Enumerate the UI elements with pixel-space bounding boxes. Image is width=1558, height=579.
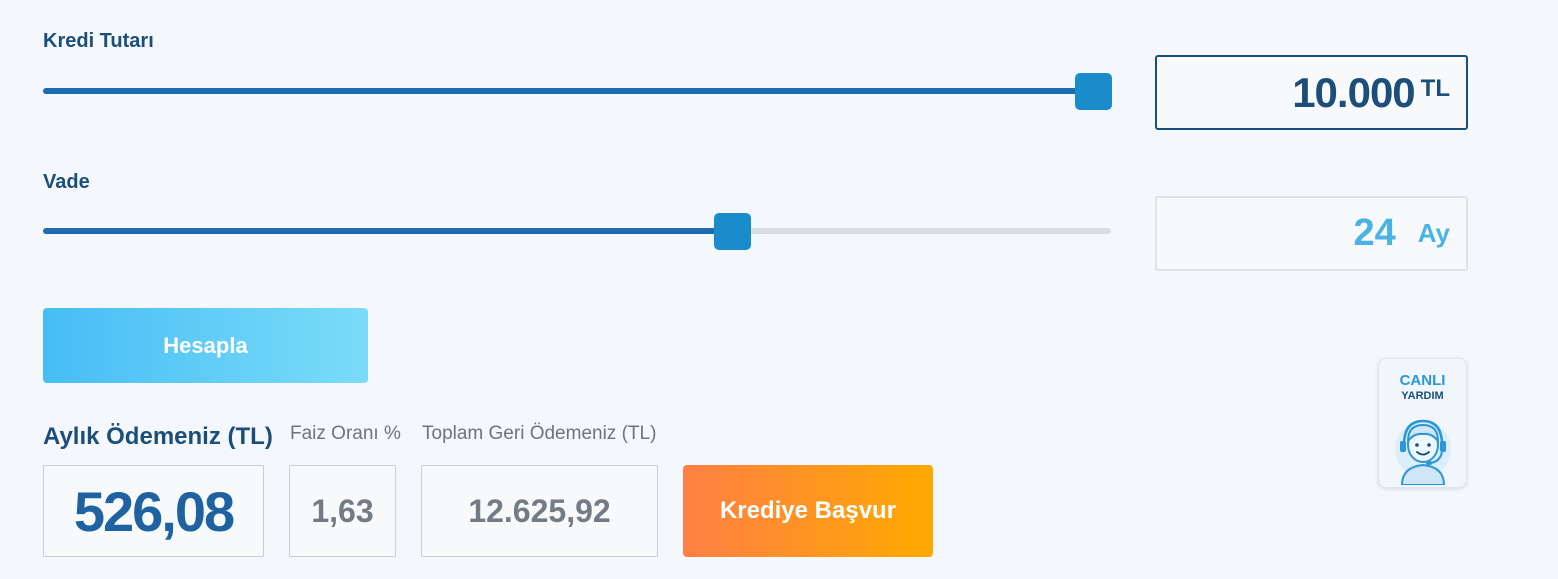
interest-rate-label: Faiz Oranı % xyxy=(290,423,401,444)
live-help-title: CANLI xyxy=(1399,372,1446,389)
live-help-widget[interactable]: CANLI YARDIM xyxy=(1378,358,1467,488)
total-repayment-label: Toplam Geri Ödemeniz (TL) xyxy=(422,423,657,444)
term-slider[interactable] xyxy=(43,213,1111,250)
live-help-subtitle: YARDIM xyxy=(1401,390,1444,402)
loan-amount-field[interactable]: 10.000 TL xyxy=(1155,55,1468,130)
slider-fill xyxy=(43,88,1093,94)
term-value[interactable]: 24 xyxy=(1353,212,1395,255)
interest-rate-box: 1,63 xyxy=(289,465,396,557)
interest-rate-value: 1,63 xyxy=(311,492,374,529)
loan-amount-unit: TL xyxy=(1420,74,1450,102)
loan-amount-label: Kredi Tutarı xyxy=(43,30,154,52)
total-repayment-value: 12.625,92 xyxy=(468,492,611,529)
calculate-button[interactable]: Hesapla xyxy=(43,308,368,383)
monthly-payment-value: 526,08 xyxy=(73,479,235,543)
support-agent-icon xyxy=(1394,419,1451,485)
slider-fill xyxy=(43,228,732,234)
slider-handle[interactable] xyxy=(713,213,751,250)
monthly-payment-box: 526,08 xyxy=(43,465,264,557)
term-field[interactable]: 24 Ay xyxy=(1155,196,1468,271)
total-repayment-box: 12.625,92 xyxy=(421,465,658,557)
loan-amount-value[interactable]: 10.000 xyxy=(1292,69,1415,117)
term-unit: Ay xyxy=(1417,218,1450,248)
slider-handle[interactable] xyxy=(1075,73,1112,110)
loan-amount-slider[interactable] xyxy=(43,73,1112,110)
apply-loan-button[interactable]: Krediye Başvur xyxy=(683,465,933,557)
loan-calculator: Kredi Tutarı 10.000 TL Vade 24 Ay Hesapl… xyxy=(0,0,1558,579)
term-label: Vade xyxy=(43,171,90,193)
monthly-payment-label: Aylık Ödemeniz (TL) xyxy=(43,423,273,450)
